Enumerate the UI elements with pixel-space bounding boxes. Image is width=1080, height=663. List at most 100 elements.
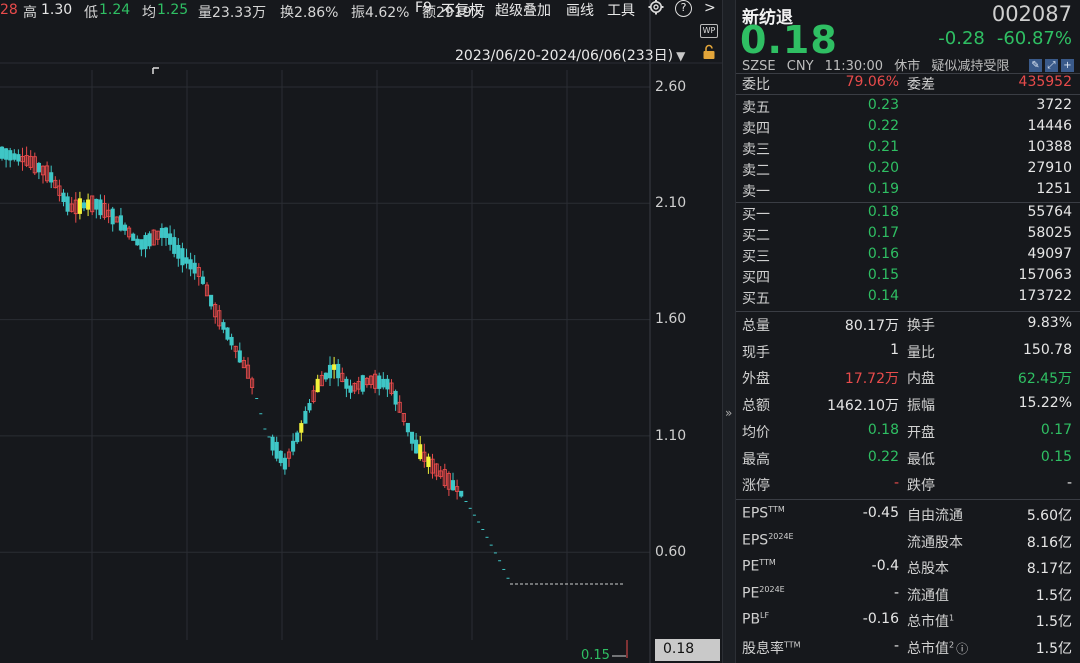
candle-body (282, 457, 287, 470)
f9-button[interactable]: F9 (415, 0, 432, 16)
candle-body (278, 450, 283, 464)
candle-body (188, 259, 193, 270)
fundamental-label: 流通值 (907, 585, 949, 605)
info-icon[interactable]: ⓘ (956, 642, 968, 656)
level-volume: 173722 (1018, 288, 1072, 304)
stat-value: 1462.10万 (827, 398, 899, 415)
draw-button[interactable]: 画线 (566, 0, 594, 20)
level-volume: 27910 (1027, 160, 1072, 176)
more-arrow-icon[interactable]: > (704, 0, 716, 16)
fundamental-row[interactable]: PBLF -0.16 总市值1 1.5亿 (736, 611, 1080, 632)
add-icon[interactable]: + (1061, 59, 1074, 72)
fundamental-label: PE2024E (742, 585, 785, 602)
fundamental-row[interactable]: EPS2024E 流通股本 8.16亿 (736, 532, 1080, 553)
stat-label: 振幅 (907, 398, 935, 415)
candle-body (426, 456, 431, 468)
panel-collapse-handle[interactable]: » (722, 0, 736, 663)
level-volume: 58025 (1027, 225, 1072, 241)
bid-level-row[interactable]: 买三 0.16 49097 (736, 246, 1080, 267)
candle-body (393, 390, 398, 405)
stat-value: 62.45万 (1017, 371, 1072, 388)
fundamental-label-text: 自由流通 (907, 508, 963, 524)
order-ratio-row: 委比 79.06% 委差 435952 (736, 74, 1080, 95)
stat-label: 总量 (742, 318, 770, 334)
ask-level-row[interactable]: 卖一 0.19 1251 (736, 181, 1080, 202)
fundamental-row[interactable]: PE2024E - 流通值 1.5亿 (736, 585, 1080, 606)
ask-level-row[interactable]: 卖二 0.20 27910 (736, 160, 1080, 181)
exchange-label: SZSE (742, 59, 776, 74)
ask-level-row[interactable]: 卖五 0.23 3722 (736, 97, 1080, 118)
fundamental-label: 流通股本 (907, 532, 963, 552)
wp-icon[interactable]: WP (700, 24, 718, 38)
fundamental-label-text: PE (742, 585, 760, 602)
kline-chart-area[interactable]: 28 高 1.30 低 1.24 均 1.25 量23.33万 换2.86% 振… (0, 0, 722, 663)
stat-value: 0.22 (867, 448, 899, 465)
help-icon[interactable]: ? (675, 0, 692, 17)
stat-row[interactable]: 外盘 17.72万 内盘 62.45万 (736, 368, 1080, 389)
fundamental-row[interactable]: 股息率TTM - 总市值2 ⓘ 1.5亿 (736, 638, 1080, 659)
fundamental-value: -0.4 (871, 558, 899, 574)
candle-body (303, 410, 308, 424)
date-range-selector[interactable]: 2023/06/20-2024/06/06(233日) ▼ (455, 45, 685, 65)
overlay-button[interactable]: 超级叠加 (495, 0, 551, 20)
stat-label: 外盘 (742, 371, 770, 388)
fundamental-label: EPSTTM (742, 505, 785, 522)
stat-row[interactable]: 均价 0.18 开盘 0.17 (736, 422, 1080, 443)
ask-level-row[interactable]: 卖四 0.22 14446 (736, 118, 1080, 139)
fundamental-label: 股息率TTM (742, 638, 801, 658)
level-price: 0.22 (867, 118, 899, 134)
level-label: 卖四 (742, 121, 770, 137)
edit-icon[interactable]: ✎ (1029, 59, 1042, 72)
dropdown-triangle-icon[interactable]: ▼ (676, 49, 685, 63)
expand-icon[interactable]: ⤢ (1045, 59, 1058, 72)
quote-panel: 新纺退 002087 0.18 -0.28 -60.87% SZSE CNY 11… (736, 0, 1080, 663)
fundamental-label-text: 总股本 (907, 561, 949, 577)
settings-gear-icon[interactable] (648, 0, 664, 19)
fundamental-value: 5.60亿 (1026, 508, 1072, 524)
fundamental-label-text: EPS (742, 505, 769, 522)
y-tick-label: 0.60 (655, 544, 687, 560)
stat-row[interactable]: 总额 1462.10万 振幅 15.22% (736, 395, 1080, 416)
kline-chart[interactable] (0, 0, 722, 663)
fundamental-label-sup: 2 (949, 639, 955, 649)
level-label: 买二 (742, 228, 770, 244)
level-label: 买四 (742, 270, 770, 286)
stat-row[interactable]: 涨停 - 跌停 - (736, 475, 1080, 496)
fundamental-row[interactable]: PETTM -0.4 总股本 8.17亿 (736, 558, 1080, 579)
fundamental-label: 总市值1 (907, 611, 954, 631)
no-adjust-button[interactable]: 不复权 (441, 0, 483, 20)
candle-body (299, 423, 304, 433)
fundamental-label-sup: TTM (784, 639, 801, 649)
stat-label: 总额 (742, 398, 770, 415)
divider (736, 94, 1080, 95)
fundamental-label: 自由流通 (907, 505, 963, 525)
fundamental-label-text: PB (742, 611, 761, 628)
lock-icon[interactable] (702, 44, 716, 64)
y-tick-label: 2.60 (655, 79, 687, 95)
stat-row[interactable]: 最高 0.22 最低 0.15 (736, 449, 1080, 470)
double-chevron-icon[interactable]: » (725, 406, 732, 420)
stat-row[interactable]: 现手 1 量比 150.78 (736, 342, 1080, 363)
bid-level-row[interactable]: 买四 0.15 157063 (736, 267, 1080, 288)
level-label: 卖二 (742, 163, 770, 179)
fundamental-value: -0.16 (862, 611, 899, 627)
crosshair-marker (152, 67, 159, 74)
bid-level-row[interactable]: 买二 0.17 58025 (736, 225, 1080, 246)
stat-row[interactable]: 总量 80.17万 换手 9.83% (736, 315, 1080, 336)
tools-button[interactable]: 工具 (607, 0, 635, 20)
ask-level-row[interactable]: 卖三 0.21 10388 (736, 139, 1080, 160)
candle-body (172, 237, 177, 254)
fundamental-row[interactable]: EPSTTM -0.45 自由流通 5.60亿 (736, 505, 1080, 526)
candle-body (225, 327, 230, 340)
candle-body (381, 378, 386, 388)
date-range-text: 2023/06/20-2024/06/06(233日) (455, 48, 674, 64)
level-volume: 157063 (1018, 267, 1072, 283)
fundamental-label-sup: 2024E (768, 531, 794, 541)
fundamental-value: - (893, 584, 899, 601)
bid-level-row[interactable]: 买一 0.18 55764 (736, 204, 1080, 225)
bid-level-row[interactable]: 买五 0.14 173722 (736, 288, 1080, 309)
candle-body (344, 378, 349, 389)
stat-value: - (893, 475, 899, 492)
candle-body (418, 444, 423, 460)
level-label: 买一 (742, 207, 770, 223)
